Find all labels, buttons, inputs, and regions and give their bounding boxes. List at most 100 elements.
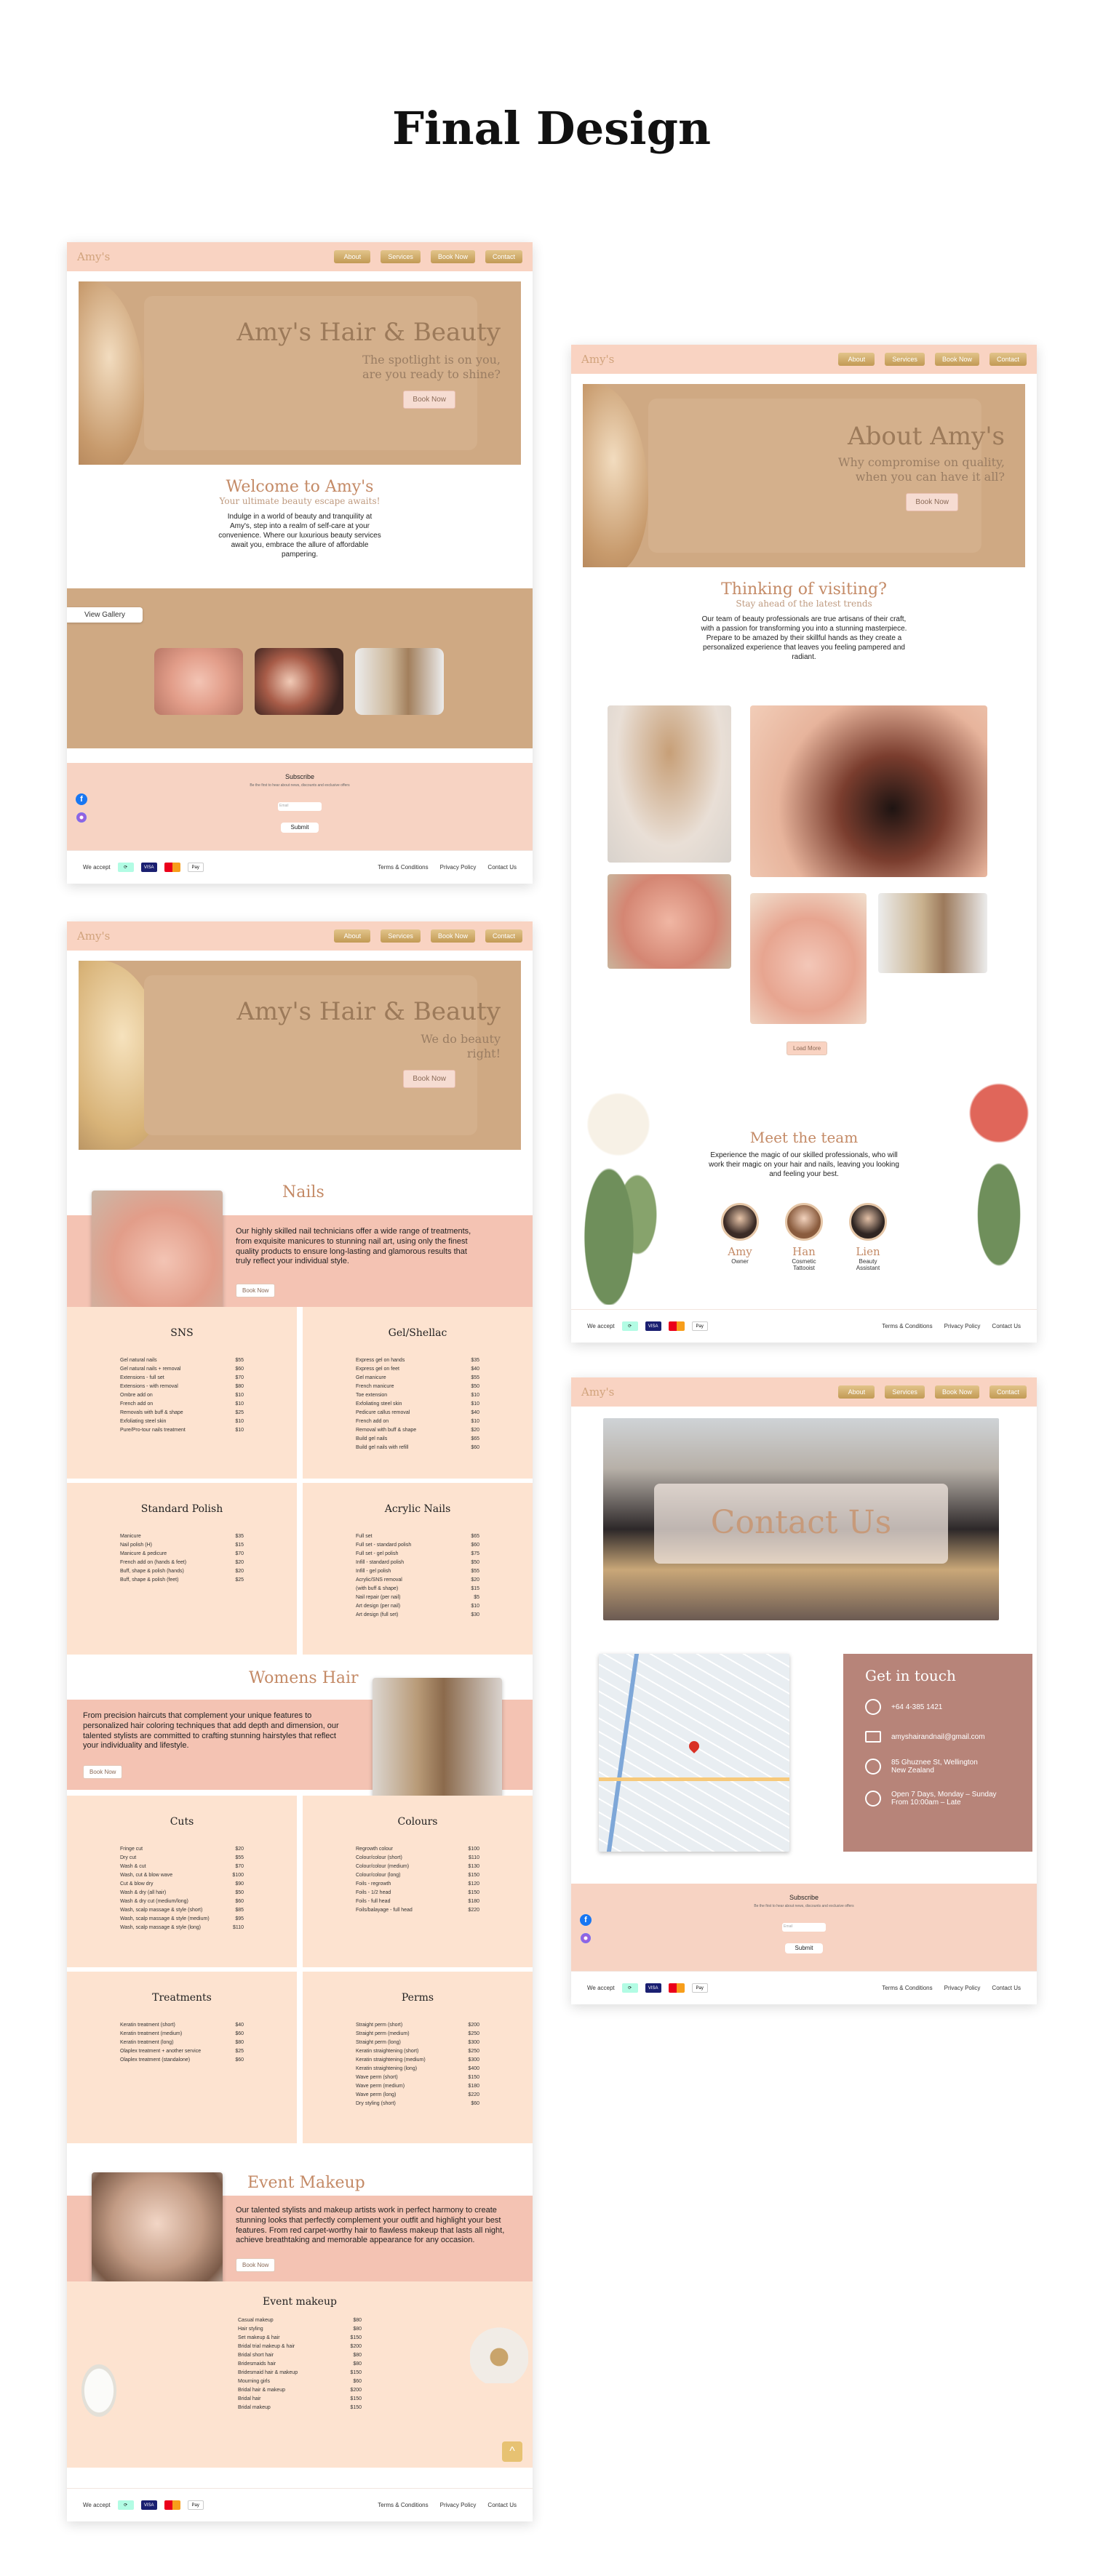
menu-item: Foils/balayage - full head $220 <box>356 1906 479 1915</box>
menu-item-name: Bridal hair <box>238 2396 261 2401</box>
nav-about-button[interactable]: About <box>334 929 371 943</box>
menu-item-name: Regrowth colour <box>356 1847 393 1852</box>
visit-subtitle: Stay ahead of the latest trends <box>736 599 872 609</box>
menu-item: Extensions - full set $70 <box>120 1374 244 1383</box>
about-photo-bride[interactable] <box>608 705 731 863</box>
nav-book-button[interactable]: Book Now <box>430 929 475 943</box>
nav-book-button[interactable]: Book Now <box>430 250 475 263</box>
brand-logo[interactable]: Amy's <box>581 353 614 366</box>
menu-item: Removal with buff & shape $20 <box>356 1426 479 1435</box>
nav-contact-button[interactable]: Contact <box>485 929 522 943</box>
nav-services-button[interactable]: Services <box>381 929 421 943</box>
nav-services-button[interactable]: Services <box>885 353 925 366</box>
gallery-photo-hair[interactable] <box>355 648 444 715</box>
nav-contact-button[interactable]: Contact <box>989 353 1027 366</box>
menu-item-name: Bridal trial makeup & hair <box>238 2344 295 2349</box>
about-photo-hair[interactable] <box>878 893 987 973</box>
makeup-section-title: Event Makeup <box>247 2174 365 2192</box>
nav-contact-button[interactable]: Contact <box>989 1385 1027 1399</box>
menu-item: Keratin treatment (long) $80 <box>120 2039 244 2047</box>
nav-about-button[interactable]: About <box>838 1385 875 1399</box>
welcome-body: Indulge in a world of beauty and tranqui… <box>218 513 381 559</box>
menu-item-name: Foils - full head <box>356 1899 391 1904</box>
privacy-link[interactable]: Privacy Policy <box>440 864 477 871</box>
menu-item-price: $5 <box>474 1595 479 1600</box>
terms-link[interactable]: Terms & Conditions <box>378 2502 428 2508</box>
instagram-icon[interactable] <box>76 812 87 823</box>
location-map[interactable] <box>599 1654 789 1852</box>
menu-item-price: $40 <box>235 2023 244 2028</box>
menu-item: Olaplex treatment + another service $25 <box>120 2047 244 2056</box>
scroll-to-top-button[interactable]: ^ <box>502 2441 522 2462</box>
contact-link[interactable]: Contact Us <box>992 1985 1021 1991</box>
brand-logo[interactable]: Amy's <box>581 1385 614 1399</box>
menu-item-name: Bridal short hair <box>238 2353 274 2358</box>
terms-link[interactable]: Terms & Conditions <box>378 864 428 871</box>
womens-book-button[interactable]: Book Now <box>83 1765 123 1779</box>
womens-body: From precision haircuts that complement … <box>83 1711 339 1751</box>
gallery-photo-lashes[interactable] <box>255 648 343 715</box>
menu-item-price: $150 <box>468 2075 479 2080</box>
nav-book-button[interactable]: Book Now <box>934 353 979 366</box>
terms-link[interactable]: Terms & Conditions <box>882 1985 932 1991</box>
map-pin-icon <box>687 1739 701 1753</box>
privacy-link[interactable]: Privacy Policy <box>440 2502 477 2508</box>
menu-item-name: Express gel on feet <box>356 1367 399 1372</box>
privacy-link[interactable]: Privacy Policy <box>944 1985 981 1991</box>
menu-item: Build gel nails $65 <box>356 1435 479 1444</box>
nails-book-button[interactable]: Book Now <box>236 1284 276 1297</box>
menu-item: Exfoliating steel skin $10 <box>356 1400 479 1409</box>
brand-logo[interactable]: Amy's <box>77 250 110 263</box>
nav-contact-button[interactable]: Contact <box>485 250 522 263</box>
menu-item-name: Dry styling (short) <box>356 2101 396 2106</box>
terms-link[interactable]: Terms & Conditions <box>882 1323 932 1329</box>
contact-link[interactable]: Contact Us <box>487 864 517 871</box>
about-hero-book-button[interactable]: Book Now <box>906 493 958 511</box>
about-photo-nails[interactable] <box>750 893 867 1024</box>
about-photo-lashes[interactable] <box>750 705 987 877</box>
about-photo-hand[interactable] <box>608 874 731 969</box>
menu-item-name: Foils - regrowth <box>356 1881 391 1887</box>
brand-logo[interactable]: Amy's <box>77 929 110 943</box>
menu-item-price: $15 <box>235 1543 244 1548</box>
subscribe-email-input[interactable]: Email <box>782 1923 826 1932</box>
makeup-book-button[interactable]: Book Now <box>236 2258 276 2272</box>
menu-item: Keratin straightening (long) $400 <box>356 2065 479 2073</box>
hero-book-button[interactable]: Book Now <box>403 391 455 409</box>
menu-item-name: Extensions - full set <box>120 1375 164 1380</box>
nav-about-button[interactable]: About <box>838 353 875 366</box>
load-more-button[interactable]: Load More <box>787 1041 828 1055</box>
menu-item-name: Gel natural nails <box>120 1358 157 1363</box>
contact-link[interactable]: Contact Us <box>992 1323 1021 1329</box>
menu-item-price: $35 <box>471 1358 479 1363</box>
nav-services-button[interactable]: Services <box>885 1385 925 1399</box>
contact-link[interactable]: Contact Us <box>487 2502 517 2508</box>
services-hero-book-button[interactable]: Book Now <box>403 1070 455 1088</box>
footer: We accept ⟳ VISA Pay Terms & Conditions … <box>67 850 533 884</box>
subscribe-submit-button[interactable]: Submit <box>281 823 319 833</box>
privacy-link[interactable]: Privacy Policy <box>944 1323 981 1329</box>
nav-book-button[interactable]: Book Now <box>934 1385 979 1399</box>
subscribe-submit-button[interactable]: Submit <box>785 1943 823 1953</box>
instagram-icon[interactable] <box>581 1933 591 1943</box>
phone-number[interactable]: +64 4-385 1421 <box>891 1703 942 1711</box>
menu-item-name: Wash, scalp massage & style (short) <box>120 1908 203 1913</box>
facebook-icon[interactable]: f <box>580 1914 592 1926</box>
facebook-icon[interactable]: f <box>76 793 87 805</box>
menu-item-price: $50 <box>471 1384 479 1389</box>
applepay-icon: Pay <box>187 863 204 872</box>
menu-item: Wash & cut $70 <box>120 1863 244 1871</box>
menu-item-price: $10 <box>235 1393 244 1398</box>
gallery-photo-nails[interactable] <box>154 648 243 715</box>
mastercard-icon <box>164 863 180 872</box>
subscribe-email-input[interactable]: Email <box>278 802 322 811</box>
nav-services-button[interactable]: Services <box>381 250 421 263</box>
team-body: Experience the magic of our skilled prof… <box>709 1151 899 1178</box>
view-gallery-button[interactable]: View Gallery <box>67 607 143 623</box>
menu-item-price: $20 <box>471 1577 479 1583</box>
team-member-role: Cosmetic Tattooist <box>792 1258 816 1271</box>
email-address[interactable]: amyshairandnail@gmail.com <box>891 1733 985 1741</box>
get-in-touch-title: Get in touch <box>865 1667 956 1684</box>
menu-item-price: $80 <box>353 2327 362 2332</box>
nav-about-button[interactable]: About <box>334 250 371 263</box>
